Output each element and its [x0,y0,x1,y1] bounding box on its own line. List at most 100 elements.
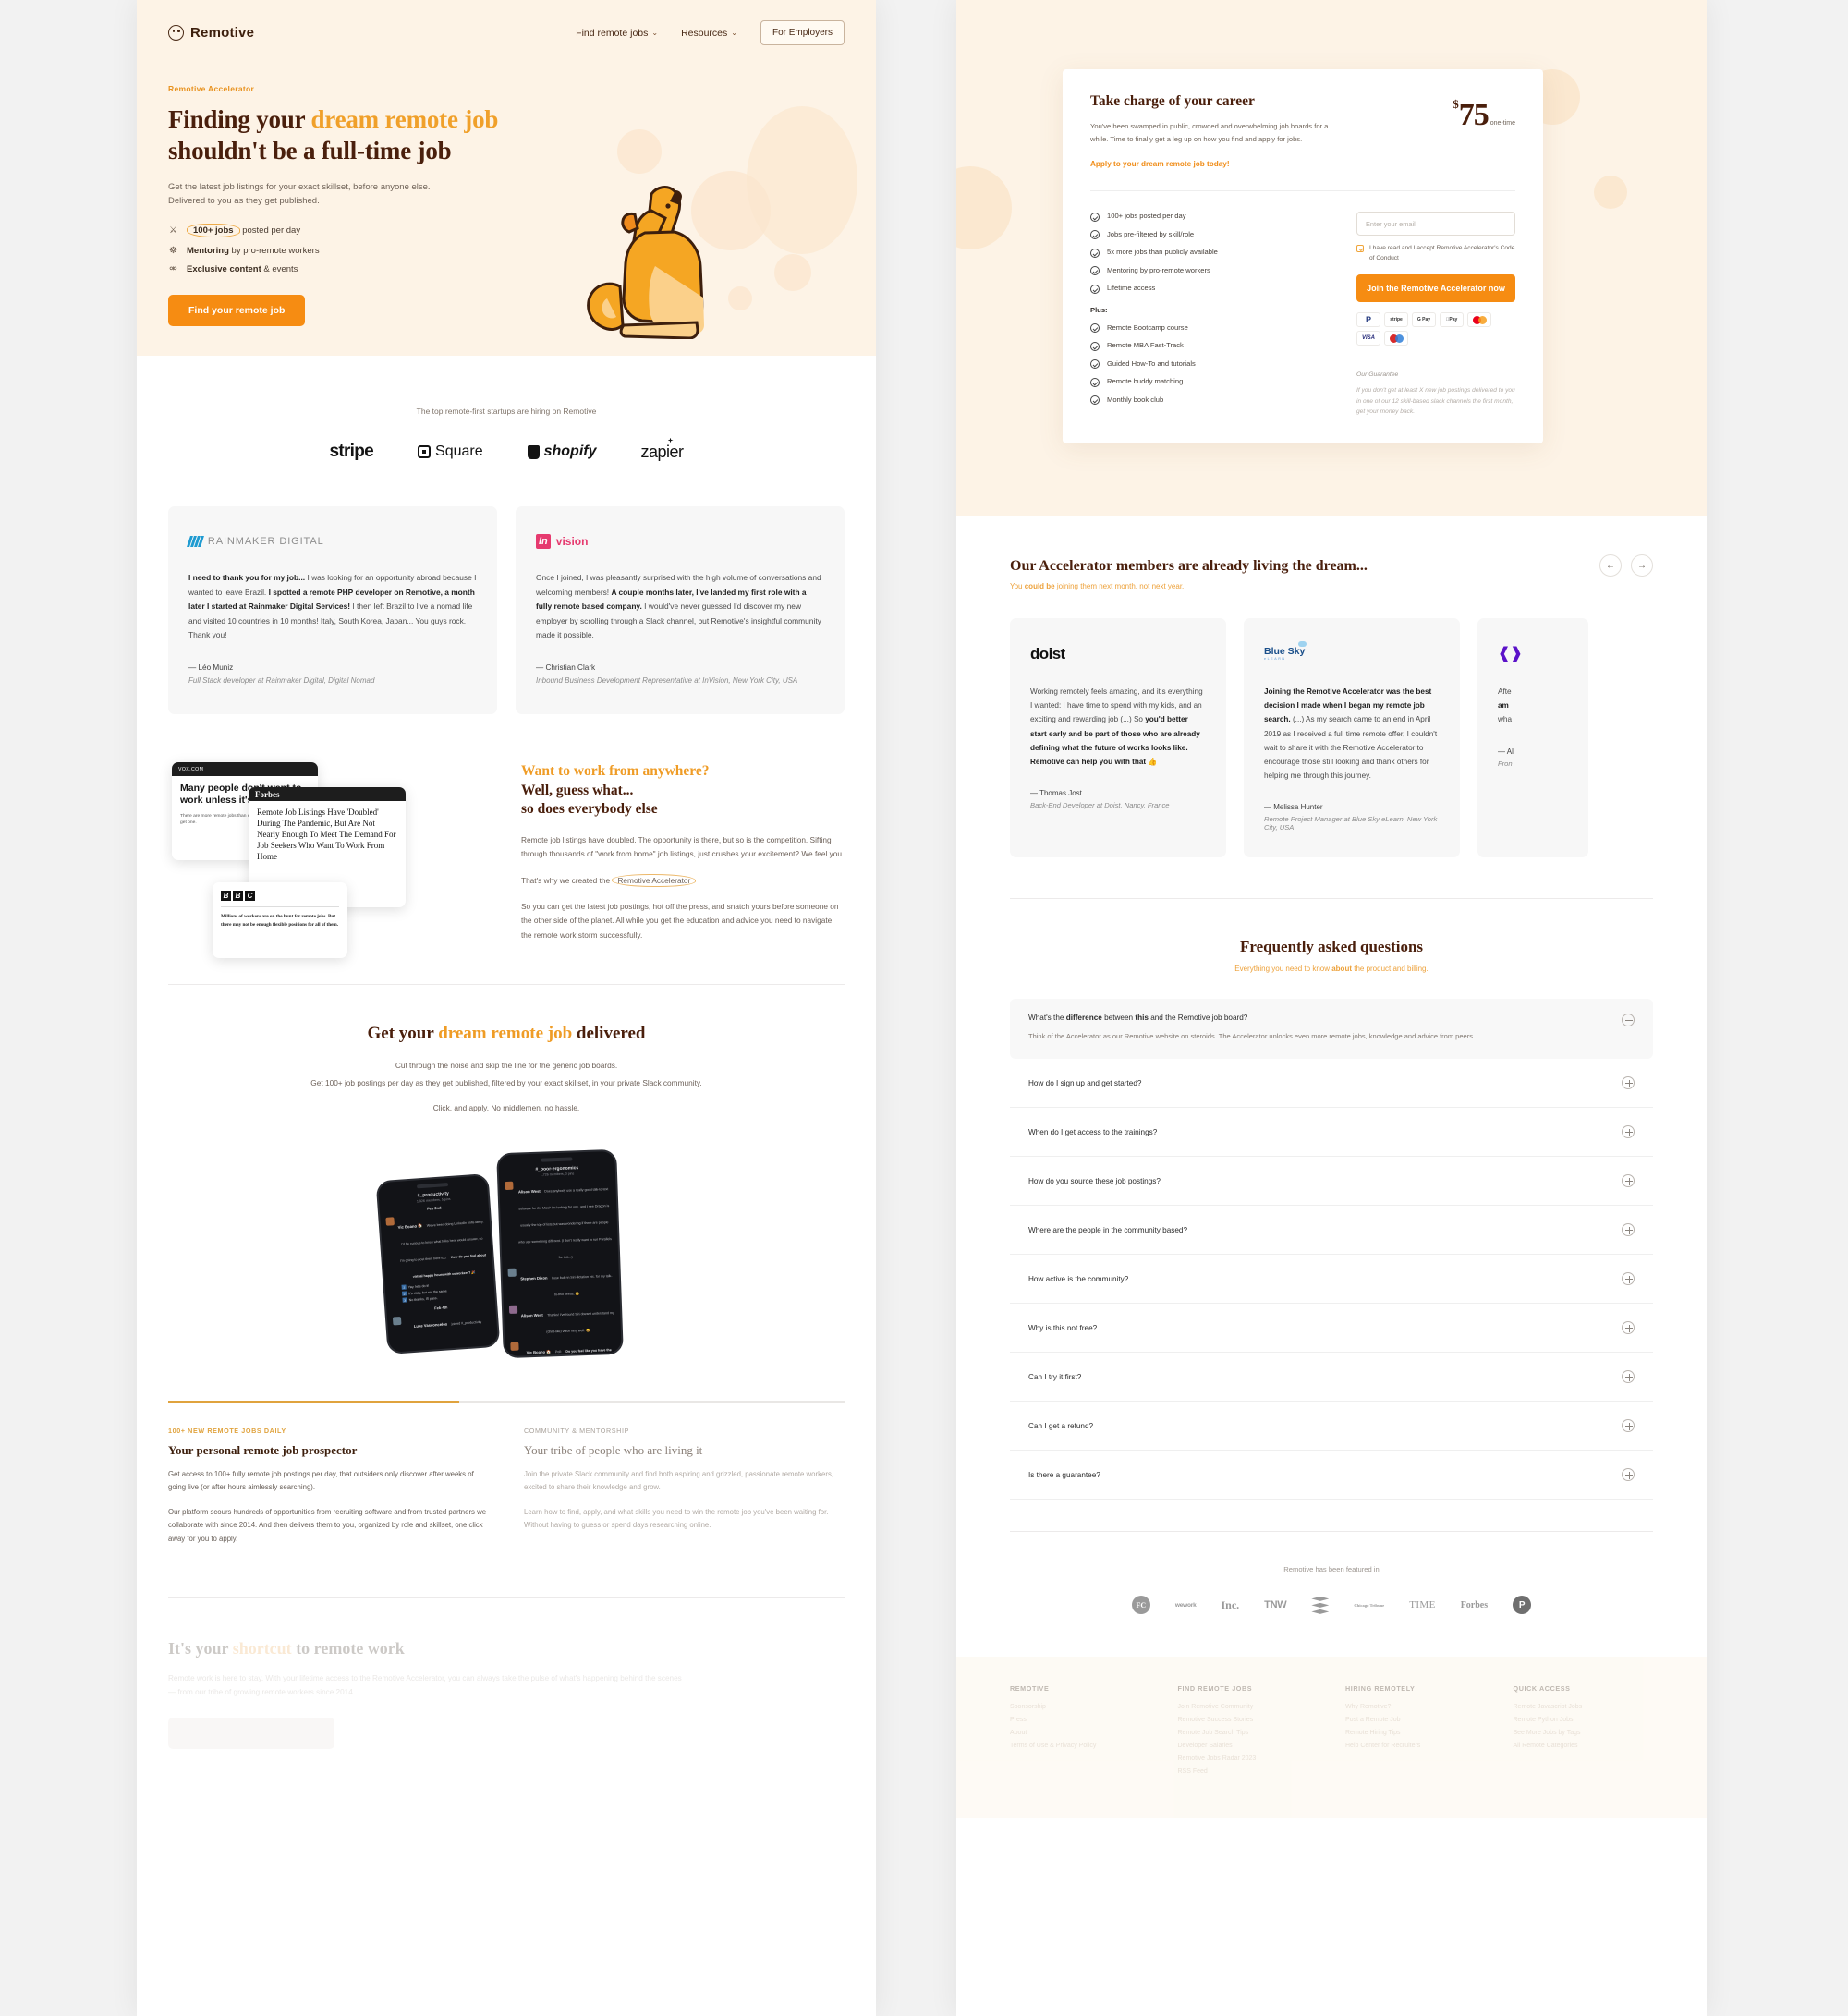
footer-link[interactable]: RSS Feed [1178,1768,1319,1775]
message-author: Vic Boano 🏠 [526,1349,552,1355]
nav-item-resources[interactable]: Resources ⌄ [681,28,737,39]
testimonial-cards-section: RAINMAKER DIGITAL I need to thank you fo… [168,506,845,715]
plus-icon[interactable] [1622,1076,1635,1090]
faq-item[interactable]: How active is the community? [1010,1255,1653,1305]
faq-item[interactable]: Why is this not free? [1010,1304,1653,1354]
join-accelerator-button[interactable]: Join the Remotive Accelerator now [1356,274,1515,303]
hero-section: Remotive Find remote jobs ⌄ Resources ⌄ … [137,0,876,356]
pricing-cta-text: Apply to your dream remote job today! [1090,160,1230,169]
footer-link[interactable]: Remote Python Jobs [1514,1717,1654,1723]
press-card-source-bar: Forbes [249,787,406,802]
find-your-remote-job-button[interactable]: Find your remote job [168,294,306,326]
footer-link[interactable]: Help Center for Recruiters [1345,1743,1486,1749]
press-heading-line2: Well, guess what... [521,782,634,798]
testimonial-role: Full Stack developer at Rainmaker Digita… [188,675,375,685]
faq-item[interactable]: Can I get a refund? [1010,1402,1653,1451]
square-logo-text: Square [435,443,483,459]
phone-mockup-left: #_productivity 1,926 members, 5 pins Feb… [375,1172,501,1354]
footer-link[interactable]: Post a Remote Job [1345,1717,1486,1723]
shopify-bag-icon [527,444,540,459]
faq-answer: Think of the Accelerator as our Remotive… [1028,1032,1476,1041]
shortcut-cta-button[interactable] [168,1718,334,1750]
footer-link[interactable]: Remotive Jobs Radar 2023 [1178,1755,1319,1762]
footer-link[interactable]: All Remote Categories [1514,1743,1654,1749]
bbc-logo-icon: BBC [213,882,347,902]
feature-label: Lifetime access [1107,284,1156,293]
faq-item[interactable]: Is there a guarantee? [1010,1451,1653,1500]
nav-item-find-remote-jobs[interactable]: Find remote jobs ⌄ [576,28,658,39]
brand-name: Remotive [190,25,255,41]
slack-message: Vic Boano 🏠 We've been doing LinkedIn po… [380,1207,494,1304]
footer-link[interactable]: Sponsorship [1010,1704,1150,1710]
apple-pay-icon: Pay [1440,312,1464,328]
hero-content: Remotive Accelerator Finding your dream … [137,45,876,326]
footer-link[interactable]: Remote Javascript Jobs [1514,1704,1654,1710]
footer-link[interactable]: Remote Hiring Tips [1345,1730,1486,1736]
faq-item[interactable]: How do you source these job postings? [1010,1157,1653,1207]
faq-item[interactable]: Where are the people in the community ba… [1010,1206,1653,1256]
hero-feature-strong: Exclusive content [187,263,261,274]
feature-label: Monthly book club [1107,395,1164,404]
members-subheading: You could be joining them next month, no… [1010,582,1653,590]
footer-column-title: HIRING REMOTELY [1345,1684,1416,1694]
message-body: Does anybody use a really good talk-to-t… [518,1187,612,1260]
square-logo: Square [418,443,483,460]
email-input[interactable] [1356,212,1515,237]
footer-link[interactable]: Remotive Success Stories [1178,1717,1319,1723]
press-source: Forbes [255,789,280,799]
minus-icon[interactable] [1622,1014,1635,1027]
column-kicker: 100+ NEW REMOTE JOBS DAILY [168,1426,286,1435]
consent-row[interactable]: I have read and I accept Remotive Accele… [1356,244,1515,263]
message-author: Vic Boano 🏠 [397,1223,423,1230]
press-heading-line3: so does everybody else [521,801,658,818]
plus-icon[interactable] [1622,1419,1635,1433]
navbar-links: Find remote jobs ⌄ Resources ⌄ For Emplo… [576,20,845,45]
footer-link[interactable]: Why Remotive? [1345,1704,1486,1710]
feature-label: Remote buddy matching [1107,377,1184,386]
phone-mockup-right: #_poor-ergonomics 1,726 members, 3 pins … [496,1148,624,1359]
footer-link[interactable]: Terms of Use & Privacy Policy [1010,1743,1150,1749]
plus-icon[interactable] [1622,1370,1635,1384]
slack-message: Stephen Dixon I use built-in Siri dictat… [502,1261,619,1302]
q-bold-1: difference [1065,1014,1102,1023]
stripe-icon: stripe [1384,312,1408,328]
press-heading: Want to work from anywhere? Well, guess … [521,762,845,820]
consent-checkbox[interactable] [1356,244,1364,252]
pricing-description: You've been swamped in public, crowded a… [1090,122,1329,143]
footer-link[interactable]: See More Jobs by Tags [1514,1730,1654,1736]
plus-icon[interactable] [1622,1125,1635,1139]
slack-message: Alison West Thanks! I've found Siri does… [504,1298,621,1339]
footer-link[interactable]: Press [1010,1717,1150,1723]
footer-column-title: FIND REMOTE JOBS [1177,1684,1253,1694]
footer-link[interactable]: About [1010,1730,1150,1736]
for-employers-button[interactable]: For Employers [760,20,845,45]
press-copy: Want to work from anywhere? Well, guess … [510,762,845,947]
partner-logos-section: The top remote-first startups are hiring… [137,356,876,462]
plus-icon[interactable] [1622,1174,1635,1188]
guarantee-title: Our Guarantee [1356,371,1399,379]
faq-item[interactable]: When do I get access to the trainings? [1010,1108,1653,1158]
brand-logo[interactable]: Remotive [168,25,254,41]
arrow-left-icon[interactable]: ← [1599,554,1622,577]
faq-item[interactable]: Can I try it first? [1010,1353,1653,1403]
footer-link[interactable]: Remote Job Search Tips [1178,1730,1319,1736]
plus-icon[interactable] [1622,1223,1635,1237]
footer-link[interactable]: Join Remotive Community [1178,1704,1319,1710]
plus-icon[interactable] [1622,1468,1635,1482]
footer-link[interactable]: Developer Salaries [1178,1743,1319,1749]
hero-feature-strong: Mentoring [187,245,229,256]
faq-item-expanded[interactable]: What's the difference between this and t… [1010,999,1653,1060]
check-circle-icon [1090,341,1100,351]
plus-icon[interactable] [1622,1272,1635,1286]
faq-heading: Frequently asked questions [1239,938,1424,956]
member-card-bluesky: Blue Sky eLEARN Joining the Remotive Acce… [1244,618,1460,858]
footer-column-find-jobs: FIND REMOTE JOBS Join Remotive Community… [1178,1684,1319,1781]
testimonial-quote: Once I joined, I was pleasantly surprise… [536,571,824,643]
avatar [392,1316,402,1326]
faq-question: How active is the community? [1028,1274,1129,1283]
faq-item[interactable]: How do I sign up and get started? [1010,1059,1653,1109]
arrow-right-icon[interactable]: → [1631,554,1653,577]
two-column-rule [168,1400,845,1403]
plus-icon[interactable] [1622,1321,1635,1335]
delivered-title-accent: dream remote job [438,1024,573,1044]
